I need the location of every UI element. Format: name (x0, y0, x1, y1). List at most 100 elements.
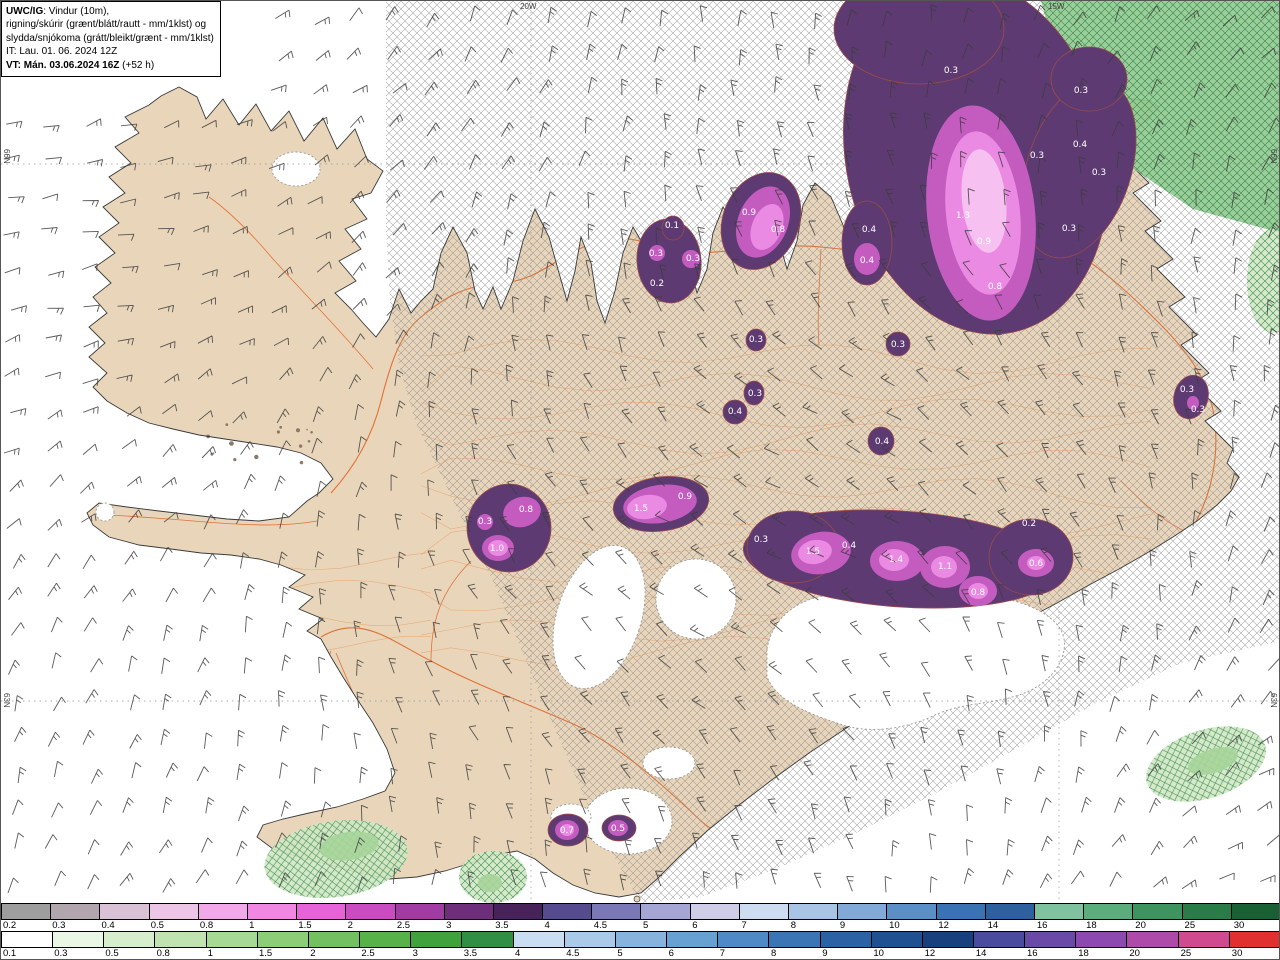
legend-value: 16 (1036, 920, 1048, 931)
legend-value: 4 (544, 920, 550, 931)
legend-color-cell (247, 904, 298, 919)
legend-color-cell (985, 904, 1035, 919)
meridian-label-15w: 15W (1048, 2, 1065, 11)
legend-value: 30 (1233, 920, 1245, 931)
legend-color-cell (2, 904, 52, 919)
legend-color-cell (1034, 904, 1085, 919)
legend-color-cell (297, 904, 347, 919)
svg-text:0.3: 0.3 (1180, 385, 1194, 395)
legend-value: 1 (207, 948, 214, 959)
legend-value: 9 (822, 948, 828, 959)
legend-color-cell (564, 932, 616, 947)
svg-text:0.9: 0.9 (742, 208, 757, 218)
legend-value: 30 (1231, 948, 1243, 959)
legend-value: 8 (790, 920, 796, 931)
legend-value: 9 (839, 920, 846, 931)
svg-text:0.2: 0.2 (1022, 519, 1036, 529)
legend-color-cell (592, 904, 642, 919)
forecast-lead: (+52 h) (119, 59, 155, 71)
svg-text:0.3: 0.3 (649, 249, 663, 259)
title-line-init-time: IT: Lau. 01. 06. 2024 12Z (6, 46, 118, 58)
legend-color-cell (739, 904, 789, 919)
svg-text:0.3: 0.3 (944, 66, 958, 76)
meridian-label-20w: 20W (520, 2, 537, 11)
map-title-box: UWC/IG: Vindur (10m), rigning/skúrir (gr… (1, 1, 221, 77)
legend-color-cell (104, 932, 156, 947)
svg-text:0.8: 0.8 (771, 225, 786, 235)
svg-text:1.5: 1.5 (634, 504, 648, 514)
legend-color-cell (871, 932, 923, 947)
legend-values-rain-scale: 0.1 0.3 0.5 0.8 1 1.5 2 2.5 3 3.5 4 4.5 5 6 7 8 9 10 12 14 1… (1, 948, 1279, 959)
svg-text:0.3: 0.3 (1074, 86, 1088, 96)
svg-text:0.4: 0.4 (728, 407, 743, 417)
svg-text:0.3: 0.3 (754, 535, 768, 545)
svg-text:0.3: 0.3 (891, 340, 905, 350)
legend-color-cell (543, 904, 593, 919)
legend-color-cell (936, 904, 986, 919)
legend-bar-rain-scale (1, 931, 1279, 948)
parallel-label-left-66n: 66N (2, 149, 11, 164)
legend-value: 1.5 (298, 920, 312, 931)
legend-color-cell (1229, 932, 1279, 947)
legend-color-cell (360, 932, 412, 947)
legend-color-cell (838, 904, 888, 919)
legend-value: 4.5 (593, 920, 607, 931)
legend-value: 7 (741, 920, 747, 931)
legend-color-cell (1127, 932, 1179, 947)
legend-value: 0.3 (54, 948, 68, 959)
legend-bar-sleet-snow-scale (1, 903, 1279, 920)
legend-value: 0.4 (101, 920, 115, 931)
svg-text:1.0: 1.0 (490, 544, 505, 554)
legend-color-cell (308, 932, 361, 947)
legend-value: 25 (1184, 920, 1196, 931)
svg-text:0.3: 0.3 (1030, 151, 1044, 161)
legend-color-cell (615, 932, 668, 947)
svg-text:0.3: 0.3 (1092, 168, 1106, 178)
legend-value: 16 (1027, 948, 1038, 959)
legend-value: 20 (1135, 920, 1146, 931)
legend-value: 3.5 (495, 920, 509, 931)
legend-value: 3 (412, 948, 418, 959)
legend-color-cell (718, 932, 770, 947)
svg-text:0.3: 0.3 (1062, 224, 1076, 234)
legend-color-cell (667, 932, 719, 947)
legend-value: 20 (1129, 948, 1140, 959)
legend-color-cell (769, 932, 821, 947)
legend-values-sleet-snow-scale: 0.2 0.3 0.4 0.5 0.8 1 1.5 2 2.5 3 3.5 4 4.5 5 6 7 8 9 10 12… (1, 920, 1279, 931)
legend-value: 1.5 (259, 948, 273, 959)
legend-color-cell (1133, 904, 1183, 919)
legend-color-cell (1231, 904, 1279, 919)
svg-text:1.5: 1.5 (806, 547, 820, 557)
svg-text:0.5: 0.5 (611, 824, 625, 834)
svg-text:0.4: 0.4 (1073, 140, 1088, 150)
valid-time: VT: Mán. 03.06.2024 16Z (6, 59, 120, 71)
parallel-label-left-63n: 63N (2, 693, 11, 708)
legend-value: 10 (873, 948, 884, 959)
legend-color-cell (1178, 932, 1230, 947)
svg-text:0.1: 0.1 (665, 221, 679, 231)
legend-value: 5 (643, 920, 649, 931)
legend-color-cell (973, 932, 1026, 947)
legend-value: 3 (446, 920, 452, 931)
title-line-valid-time: VT: Mán. 03.06.2024 16Z (+52 h) (6, 59, 214, 72)
legend-color-cell (2, 932, 54, 947)
legend-color-cell (444, 904, 494, 919)
weather-map: 0.3 0.3 0.3 0.4 0.3 0.3 1.3 0.9 0.8 0.9 0.8 0.1 0.3 0… (1, 1, 1279, 905)
legend-color-cell (53, 932, 105, 947)
legend-value: 18 (1078, 948, 1089, 959)
legend-value: 0.5 (150, 920, 164, 931)
legend-color-cell (641, 904, 691, 919)
legend: 0.2 0.3 0.4 0.5 0.8 1 1.5 2 2.5 3 3.5 4 4.5 5 6 7 8 9 10 12… (1, 903, 1279, 959)
svg-text:0.4: 0.4 (842, 541, 857, 551)
svg-text:0.8: 0.8 (988, 282, 1003, 292)
legend-color-cell (820, 932, 872, 947)
legend-value: 4 (515, 948, 521, 959)
legend-color-cell (149, 904, 199, 919)
svg-text:0.7: 0.7 (560, 826, 574, 836)
legend-color-cell (206, 932, 258, 947)
legend-color-cell (1025, 932, 1077, 947)
legend-color-cell (155, 932, 207, 947)
svg-text:1.1: 1.1 (938, 562, 952, 572)
title-line-sleet-legend: slydda/snjókoma (grátt/bleikt/grænt - mm… (6, 32, 214, 44)
legend-color-cell (346, 904, 396, 919)
